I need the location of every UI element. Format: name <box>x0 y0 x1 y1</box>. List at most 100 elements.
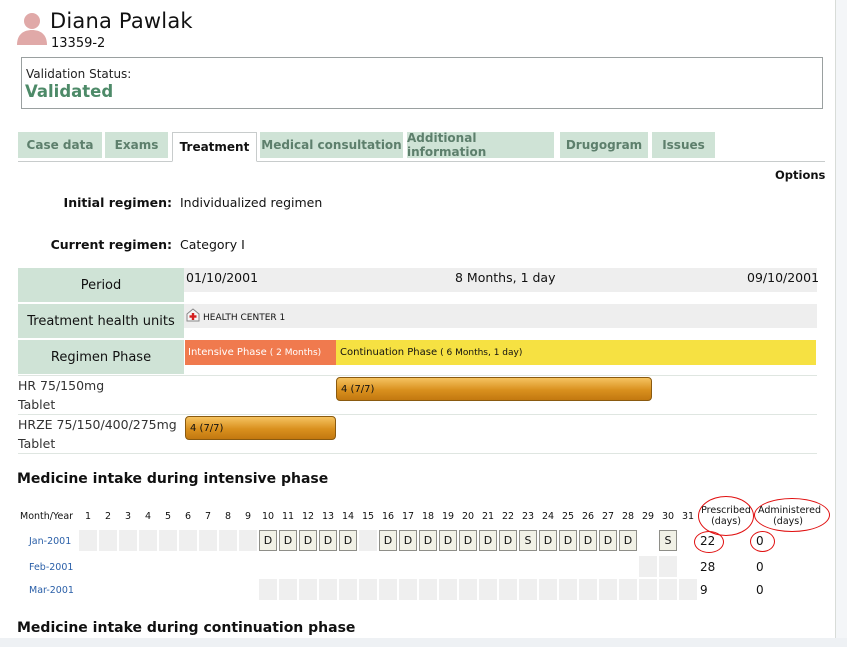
day-header: 3 <box>124 511 132 522</box>
day-header: 28 <box>621 511 635 522</box>
day-header: 22 <box>501 511 515 522</box>
intake-day-cell[interactable] <box>199 530 217 551</box>
intake-day-cell[interactable] <box>259 579 277 600</box>
intake-day-cell-marked[interactable]: D <box>579 530 597 551</box>
month-label[interactable]: Mar-2001 <box>29 585 74 596</box>
current-regimen-value: Category I <box>180 237 245 252</box>
initial-regimen-label: Initial regimen: <box>63 195 172 210</box>
intake-day-cell[interactable] <box>219 530 237 551</box>
intake-day-cell-marked[interactable]: S <box>659 530 677 551</box>
intake-day-cell[interactable] <box>639 579 657 600</box>
intake-day-cell[interactable] <box>519 579 537 600</box>
intake-day-cell-marked[interactable]: D <box>599 530 617 551</box>
intake-day-cell[interactable] <box>599 579 617 600</box>
intake-day-cell[interactable] <box>439 579 457 600</box>
intake-day-cell[interactable] <box>139 530 157 551</box>
intake-day-cell[interactable] <box>659 556 677 577</box>
medicine-bar[interactable]: 4 (7/7) <box>185 416 336 440</box>
tab-issues[interactable]: Issues <box>652 132 715 158</box>
intake-day-cell[interactable] <box>499 579 517 600</box>
day-header: 18 <box>421 511 435 522</box>
tab-drugogram[interactable]: Drugogram <box>560 132 648 158</box>
day-header: 30 <box>661 511 675 522</box>
annotation-circle <box>694 531 724 553</box>
tab-exams[interactable]: Exams <box>105 132 168 158</box>
intake-day-cell-marked[interactable]: D <box>499 530 517 551</box>
intake-day-cell[interactable] <box>99 530 117 551</box>
intake-day-cell[interactable] <box>579 579 597 600</box>
intake-day-cell[interactable] <box>399 579 417 600</box>
intake-day-cell[interactable] <box>539 579 557 600</box>
day-header: 15 <box>361 511 375 522</box>
day-header: 20 <box>461 511 475 522</box>
day-header: 13 <box>321 511 335 522</box>
intake-day-cell[interactable] <box>559 579 577 600</box>
intake-day-cell-marked[interactable]: D <box>379 530 397 551</box>
intake-day-cell-marked[interactable]: D <box>279 530 297 551</box>
day-header: 2 <box>104 511 112 522</box>
period-start: 01/10/2001 <box>186 270 259 285</box>
regimen-phase-label: Regimen Phase <box>18 340 184 374</box>
day-header: 9 <box>244 511 252 522</box>
intake-day-cell[interactable] <box>319 579 337 600</box>
intake-day-cell-marked[interactable]: D <box>479 530 497 551</box>
intake-day-cell[interactable] <box>279 579 297 600</box>
intake-day-cell[interactable] <box>339 579 357 600</box>
health-center-name[interactable]: HEALTH CENTER 1 <box>203 313 285 323</box>
intake-day-cell[interactable] <box>359 579 377 600</box>
intake-day-cell[interactable] <box>659 579 677 600</box>
medicine-bar[interactable]: 4 (7/7) <box>336 377 652 401</box>
intake-day-cell[interactable] <box>639 556 657 577</box>
intake-day-cell[interactable] <box>299 579 317 600</box>
intake-day-cell-marked[interactable]: D <box>539 530 557 551</box>
month-label[interactable]: Feb-2001 <box>29 562 73 573</box>
intake-day-cell[interactable] <box>479 579 497 600</box>
intake-day-cell-marked[interactable]: D <box>459 530 477 551</box>
month-label[interactable]: Jan-2001 <box>29 536 71 547</box>
tab-medical-consultation[interactable]: Medical consultation <box>260 132 403 158</box>
health-center-icon <box>186 308 200 322</box>
intake-day-cell-marked[interactable]: D <box>339 530 357 551</box>
intake-day-cell[interactable] <box>379 579 397 600</box>
intake-day-cell-marked[interactable]: D <box>399 530 417 551</box>
intensive-intake-title: Medicine intake during intensive phase <box>17 471 329 487</box>
intake-day-cell-marked[interactable]: D <box>259 530 277 551</box>
intake-day-cell[interactable] <box>419 579 437 600</box>
day-header: 1 <box>84 511 92 522</box>
intake-day-cell[interactable] <box>619 579 637 600</box>
intake-day-cell-marked[interactable]: S <box>519 530 537 551</box>
row-divider <box>18 453 817 454</box>
intake-day-cell-marked[interactable]: D <box>299 530 317 551</box>
tab-treatment[interactable]: Treatment <box>172 132 257 162</box>
intake-day-cell[interactable] <box>179 530 197 551</box>
intake-day-cell[interactable] <box>159 530 177 551</box>
continuation-phase-bar[interactable]: Continuation Phase ( 6 Months, 1 day) <box>336 340 816 365</box>
page-margin <box>836 0 847 647</box>
tab-case-data[interactable]: Case data <box>18 132 102 158</box>
day-header: 17 <box>401 511 415 522</box>
day-header: 27 <box>601 511 615 522</box>
tab-additional-information[interactable]: Additional information <box>407 131 554 159</box>
continuation-intake-title: Medicine intake during continuation phas… <box>17 620 356 636</box>
intensive-phase-name: Intensive Phase <box>188 347 267 358</box>
intake-day-cell[interactable] <box>359 530 377 551</box>
intake-day-cell[interactable] <box>459 579 477 600</box>
intensive-phase-bar[interactable]: Intensive Phase ( 2 Months) <box>185 340 336 365</box>
intake-day-cell[interactable] <box>239 530 257 551</box>
intake-day-cell[interactable] <box>679 579 697 600</box>
intake-day-cell-marked[interactable]: D <box>319 530 337 551</box>
day-header: 24 <box>541 511 555 522</box>
day-header: 10 <box>261 511 275 522</box>
intake-day-cell-marked[interactable]: D <box>439 530 457 551</box>
initial-regimen-value: Individualized regimen <box>180 195 323 210</box>
day-header: 12 <box>301 511 315 522</box>
intake-day-cell-marked[interactable]: D <box>619 530 637 551</box>
day-header: 19 <box>441 511 455 522</box>
intake-day-cell[interactable] <box>79 530 97 551</box>
intake-day-cell[interactable] <box>119 530 137 551</box>
month-year-header: Month/Year <box>20 511 74 522</box>
intake-day-cell-marked[interactable]: D <box>419 530 437 551</box>
intake-day-cell-marked[interactable]: D <box>559 530 577 551</box>
day-header: 25 <box>561 511 575 522</box>
options-link[interactable]: Options <box>775 168 825 182</box>
